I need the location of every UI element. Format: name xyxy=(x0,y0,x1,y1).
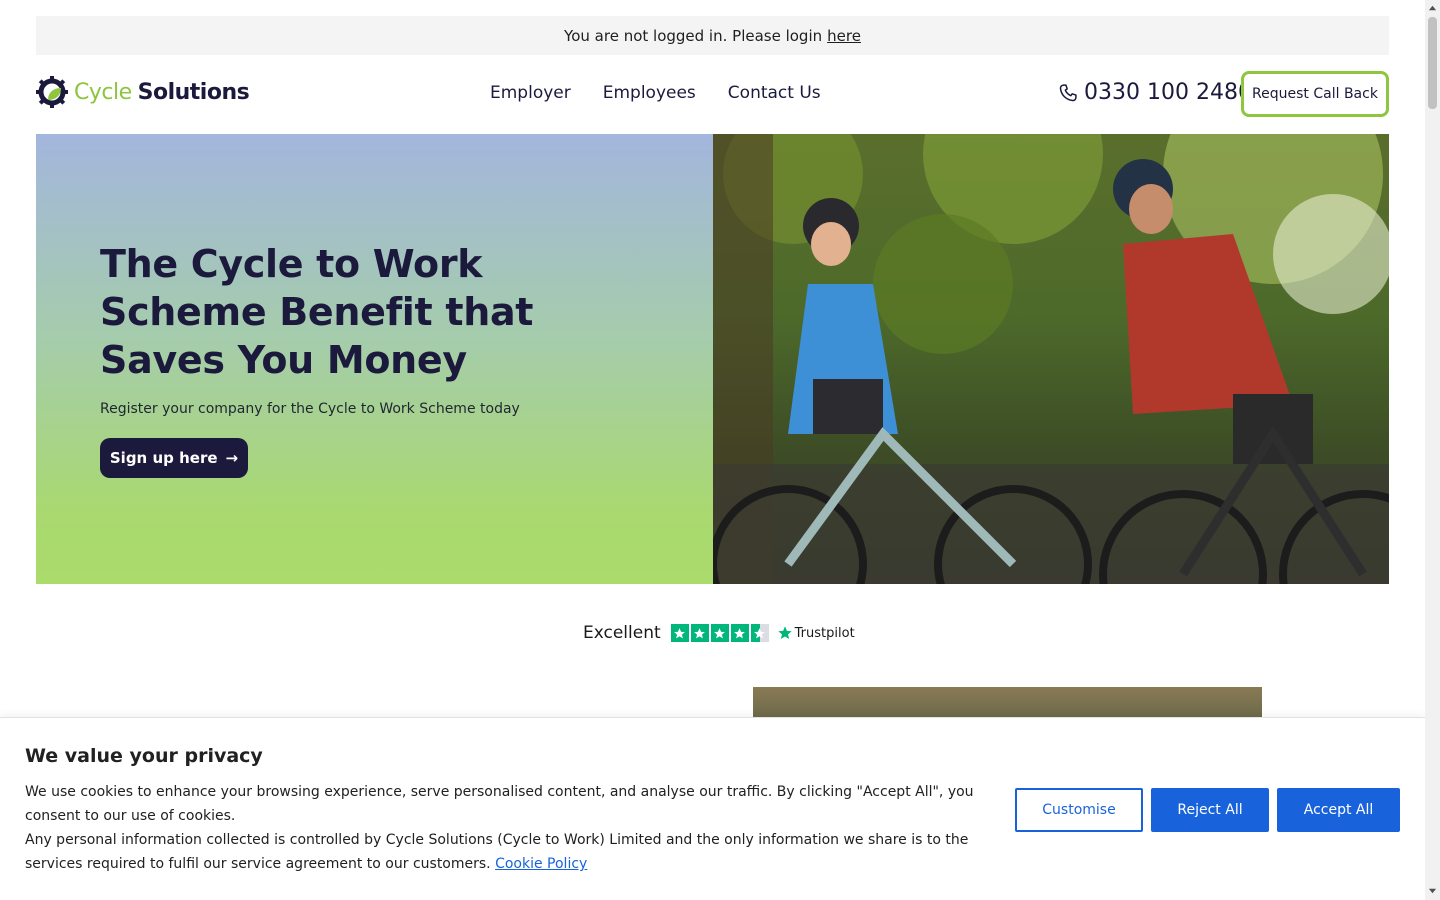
cookie-actions: Customise Reject All Accept All xyxy=(1015,788,1400,832)
star-icon xyxy=(710,624,729,642)
login-notice-bar: You are not logged in. Please login here xyxy=(36,16,1389,55)
star-icon xyxy=(690,624,709,642)
hero-subtitle: Register your company for the Cycle to W… xyxy=(100,401,520,417)
gear-leaf-icon xyxy=(36,76,68,108)
customise-button[interactable]: Customise xyxy=(1015,788,1143,832)
accept-all-button[interactable]: Accept All xyxy=(1277,788,1400,832)
hero-section: The Cycle to Work Scheme Benefit that Sa… xyxy=(36,134,1389,584)
star-icon xyxy=(730,624,749,642)
reject-all-button[interactable]: Reject All xyxy=(1151,788,1269,832)
page-scrollbar[interactable] xyxy=(1425,0,1440,900)
hero-photo-illustration xyxy=(713,134,1389,584)
scroll-down-arrow-icon[interactable] xyxy=(1428,886,1437,895)
cookie-text-1: We use cookies to enhance your browsing … xyxy=(25,784,974,824)
cookie-description: We use cookies to enhance your browsing … xyxy=(25,780,1000,876)
page: You are not logged in. Please login here xyxy=(0,0,1425,900)
login-notice-text: You are not logged in. Please login xyxy=(564,26,823,45)
nav-employees[interactable]: Employees xyxy=(603,83,696,103)
login-link[interactable]: here xyxy=(827,27,861,45)
trustpilot-brand-text: Trustpilot xyxy=(794,625,855,641)
trustpilot-widget[interactable]: Excellent Trustpilot xyxy=(583,621,855,645)
cookie-title: We value your privacy xyxy=(25,745,263,767)
phone-link[interactable]: 0330 100 2480 xyxy=(1058,80,1252,105)
scroll-up-arrow-icon[interactable] xyxy=(1428,4,1437,13)
phone-icon xyxy=(1059,83,1077,101)
trust-rating-label: Excellent xyxy=(583,623,661,643)
nav-contact-us[interactable]: Contact Us xyxy=(728,83,821,103)
trust-stars xyxy=(670,624,769,642)
request-call-back-button[interactable]: Request Call Back xyxy=(1241,71,1389,117)
trustpilot-star-icon xyxy=(777,626,792,639)
hero-title: The Cycle to Work Scheme Benefit that Sa… xyxy=(100,242,534,382)
cookie-text-2: Any personal information collected is co… xyxy=(25,828,1000,876)
sign-up-button[interactable]: Sign up here → xyxy=(100,438,248,478)
hero-image-cyclists xyxy=(713,134,1389,584)
scroll-thumb[interactable] xyxy=(1428,17,1437,109)
site-logo[interactable]: Cycle Solutions xyxy=(36,75,250,109)
trustpilot-logo: Trustpilot xyxy=(777,625,855,641)
hero-text-panel: The Cycle to Work Scheme Benefit that Sa… xyxy=(36,134,713,584)
cookie-policy-link[interactable]: Cookie Policy xyxy=(495,856,587,872)
logo-text-cycle: Cycle xyxy=(74,79,132,105)
site-header: Cycle Solutions Employer Employees Conta… xyxy=(36,70,1389,120)
star-icon xyxy=(670,624,689,642)
phone-number: 0330 100 2480 xyxy=(1084,80,1252,105)
half-star-icon xyxy=(750,624,769,642)
main-nav: Employer Employees Contact Us xyxy=(490,83,821,103)
logo-text-solutions: Solutions xyxy=(137,79,250,105)
cookie-consent-banner: We value your privacy We use cookies to … xyxy=(0,717,1425,900)
nav-employer[interactable]: Employer xyxy=(490,83,571,103)
arrow-right-icon: → xyxy=(225,449,239,467)
sign-up-label: Sign up here xyxy=(109,449,218,467)
